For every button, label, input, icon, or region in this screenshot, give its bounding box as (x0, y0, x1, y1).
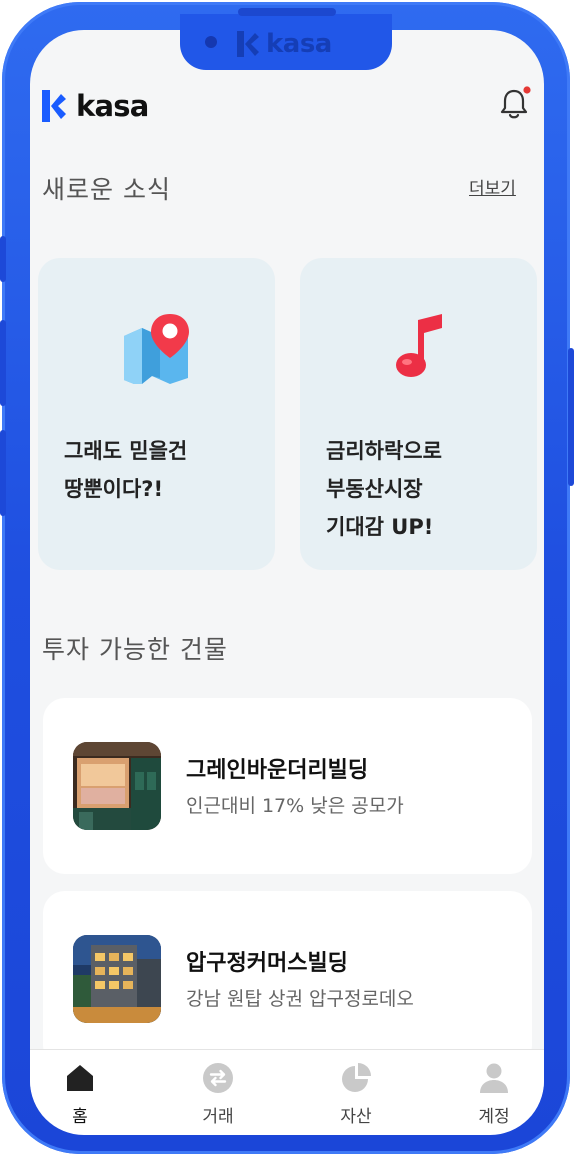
building-thumbnail (73, 935, 161, 1023)
building-name: 그레인바운더리빌딩 (186, 758, 369, 783)
pie-chart-icon (342, 1063, 371, 1092)
notch-speaker (238, 8, 336, 16)
notch-logo: kasa (236, 27, 332, 61)
building-name: 압구정커머스빌딩 (186, 951, 348, 976)
app-header: kasa (40, 86, 149, 126)
buildings-section-title: 투자 가능한 건물 (42, 635, 228, 664)
volume-down-button (0, 430, 6, 516)
news-section-title: 새로운 소식 (42, 175, 171, 204)
power-button (568, 348, 574, 486)
mute-switch (0, 236, 6, 282)
tab-home[interactable]: 홈 (30, 1050, 130, 1135)
tab-label: 계정 (478, 1107, 510, 1127)
news-card-rate-text: 금리하락으로 부동산시장 기대감 UP! (326, 432, 442, 546)
tab-label: 자산 (340, 1107, 372, 1127)
music-note-icon (396, 314, 442, 377)
bottom-tab-bar: 홈 거래 자산 계정 (30, 1049, 544, 1135)
notification-dot (523, 86, 531, 94)
home-icon (67, 1065, 93, 1091)
building-description: 강남 원탑 상권 압구정로데오 (186, 988, 414, 1010)
news-line: 땅뿐이다?! (64, 477, 164, 501)
news-line: 기대감 UP! (326, 515, 434, 539)
notification-bell-icon[interactable] (496, 86, 532, 122)
building-card-apgujeong-commerce[interactable]: 압구정커머스빌딩 강남 원탑 상권 압구정로데오 (43, 891, 532, 1067)
more-news-link[interactable]: 더보기 (469, 174, 516, 199)
building-description: 인근대비 17% 낮은 공모가 (186, 795, 404, 817)
notch-logo-icon (237, 31, 259, 57)
news-card-rate[interactable]: 금리하락으로 부동산시장 기대감 UP! (300, 258, 537, 570)
news-line: 금리하락으로 (326, 439, 442, 463)
building-card-grain-boundary[interactable]: 그레인바운더리빌딩 인근대비 17% 낮은 공모가 (43, 698, 532, 874)
tab-label: 홈 (72, 1107, 88, 1127)
notch-logo-text: kasa (266, 29, 332, 59)
news-card-land-text: 그래도 믿을건 땅뿐이다?! (64, 432, 187, 508)
volume-up-button (0, 320, 6, 406)
news-line: 부동산시장 (326, 477, 423, 501)
kasa-logo-icon[interactable] (40, 89, 68, 123)
news-line: 그래도 믿을건 (64, 439, 188, 463)
tab-trade[interactable]: 거래 (168, 1050, 268, 1135)
exchange-icon (203, 1063, 233, 1093)
user-icon (480, 1063, 508, 1093)
front-camera (205, 36, 217, 48)
tab-assets[interactable]: 자산 (306, 1050, 406, 1135)
tab-account[interactable]: 계정 (444, 1050, 544, 1135)
news-card-land[interactable]: 그래도 믿을건 땅뿐이다?! (38, 258, 275, 570)
tab-label: 거래 (202, 1107, 234, 1127)
kasa-logo-text: kasa (76, 89, 149, 123)
building-thumbnail (73, 742, 161, 830)
map-pin-icon (124, 314, 189, 384)
